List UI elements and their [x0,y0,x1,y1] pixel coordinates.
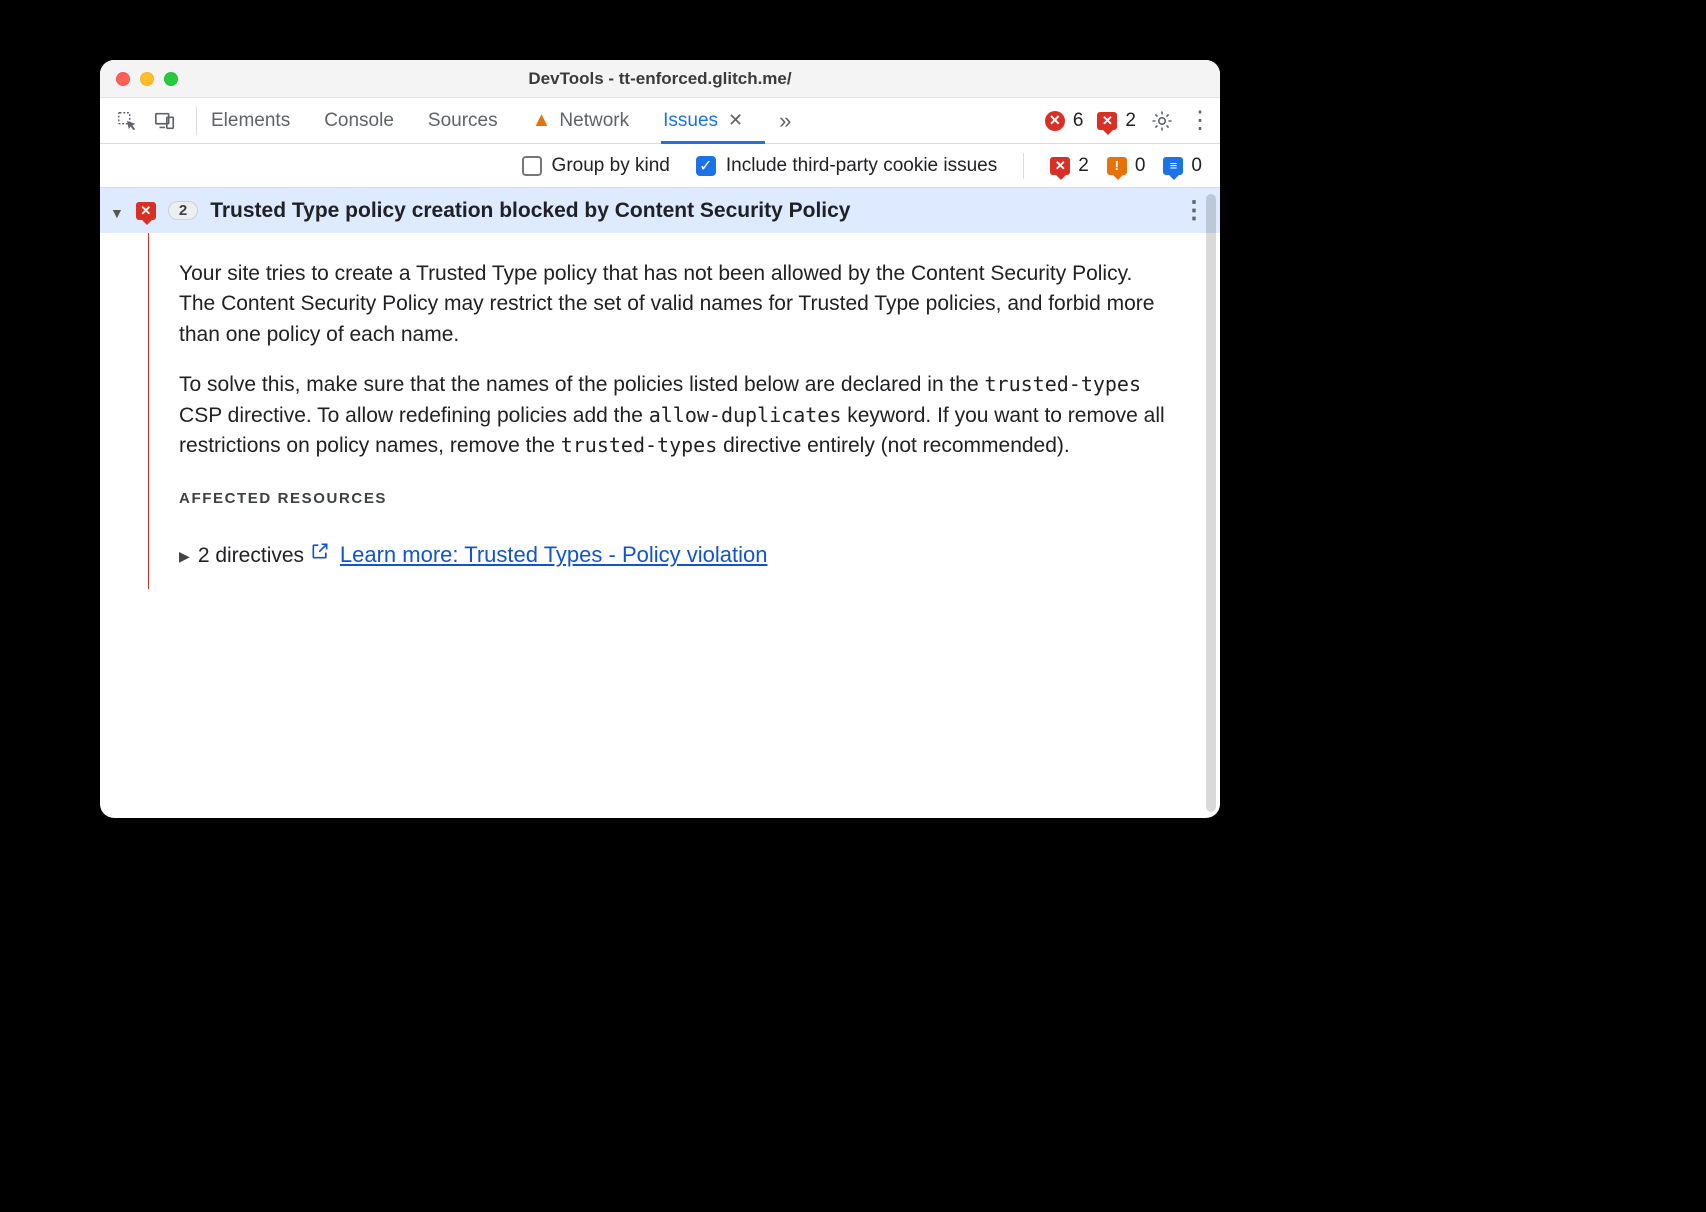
window-titlebar: DevTools - tt-enforced.glitch.me/ [100,60,1220,98]
collapse-triangle-icon: ▼ [110,205,124,221]
issue-tag-icon: ✕ [1097,112,1117,130]
window-title: DevTools - tt-enforced.glitch.me/ [100,69,1220,89]
issue-body: Your site tries to create a Trusted Type… [100,233,1220,589]
checkbox-checked-icon: ✓ [696,156,716,176]
issue-description-p1: Your site tries to create a Trusted Type… [179,259,1170,350]
maximize-window-button[interactable] [164,72,178,86]
tab-label: Elements [211,110,290,132]
more-options-icon[interactable]: ⋮ [1188,106,1212,135]
tab-network[interactable]: ▲ Network [532,98,629,143]
issues-toolbar: Group by kind ✓ Include third-party cook… [100,144,1220,188]
issues-count: 2 [1125,110,1136,132]
tab-label: Console [324,110,394,132]
settings-gear-icon[interactable] [1150,109,1174,133]
more-tabs-icon[interactable]: » [779,108,791,134]
error-circle-icon: ✕ [1045,111,1065,131]
tab-sources[interactable]: Sources [428,98,498,143]
affected-resources-heading: Affected Resources [179,488,1170,510]
expand-triangle-icon: ▶ [179,546,190,566]
code: allow-duplicates [649,403,842,427]
close-tab-icon[interactable]: ✕ [728,110,743,131]
warning-tag-icon: ! [1107,157,1127,175]
affected-resource-label: 2 directives [198,541,304,571]
issue-severity-icon: ✕ [136,202,156,220]
traffic-lights [100,72,178,86]
warning-issue-count[interactable]: ! 0 [1107,155,1146,177]
divider [196,107,197,135]
issue-header[interactable]: ▼ ✕ 2 Trusted Type policy creation block… [100,188,1220,233]
error-issue-count[interactable]: ✕ 2 [1050,155,1089,177]
info-tag-icon: ≡ [1163,157,1183,175]
tab-elements[interactable]: Elements [211,98,290,143]
issue-more-icon[interactable]: ⋮ [1182,196,1206,225]
error-count: 6 [1073,110,1084,132]
checkbox-label: Include third-party cookie issues [726,155,997,177]
checkbox-label: Group by kind [552,155,670,177]
count-value: 0 [1191,155,1202,177]
inspect-element-icon[interactable] [116,110,138,132]
console-errors-button[interactable]: ✕ 6 [1045,110,1084,132]
tab-label: Issues [663,110,718,132]
panel-tablist: Elements Console Sources ▲ Network Issue… [211,98,791,143]
issues-panel: ▼ ✕ 2 Trusted Type policy creation block… [100,188,1220,818]
minimize-window-button[interactable] [140,72,154,86]
tab-label: Sources [428,110,498,132]
code: trusted-types [984,372,1141,396]
tab-console[interactable]: Console [324,98,394,143]
warning-icon: ▲ [532,109,552,132]
tab-issues[interactable]: Issues ✕ [663,98,743,143]
third-party-cookies-checkbox[interactable]: ✓ Include third-party cookie issues [696,155,997,177]
issue-title: Trusted Type policy creation blocked by … [210,199,850,223]
divider [1023,153,1024,179]
info-issue-count[interactable]: ≡ 0 [1163,155,1202,177]
text: CSP directive. To allow redefining polic… [179,404,649,427]
open-issues-button[interactable]: ✕ 2 [1097,110,1136,132]
issue-count-badge: 2 [168,201,198,220]
error-tag-icon: ✕ [1050,157,1070,175]
affected-resource-item[interactable]: ▶ 2 directives [179,541,304,571]
count-value: 2 [1078,155,1089,177]
issue-description-p2: To solve this, make sure that the names … [179,370,1170,461]
external-link-icon [310,541,330,570]
code: trusted-types [561,433,718,457]
text: directive entirely (not recommended). [717,434,1069,457]
close-window-button[interactable] [116,72,130,86]
learn-more-link[interactable]: Learn more: Trusted Types - Policy viola… [310,539,768,571]
checkbox-unchecked-icon [522,156,542,176]
count-value: 0 [1135,155,1146,177]
device-toolbar-icon[interactable] [154,110,176,132]
learn-more-label: Learn more: Trusted Types - Policy viola… [340,539,768,571]
text: To solve this, make sure that the names … [179,373,984,396]
tab-label: Network [559,110,629,132]
main-tabs-row: Elements Console Sources ▲ Network Issue… [100,98,1220,144]
group-by-kind-checkbox[interactable]: Group by kind [522,155,670,177]
scrollbar[interactable] [1206,194,1216,812]
devtools-window: DevTools - tt-enforced.glitch.me/ [100,60,1220,818]
